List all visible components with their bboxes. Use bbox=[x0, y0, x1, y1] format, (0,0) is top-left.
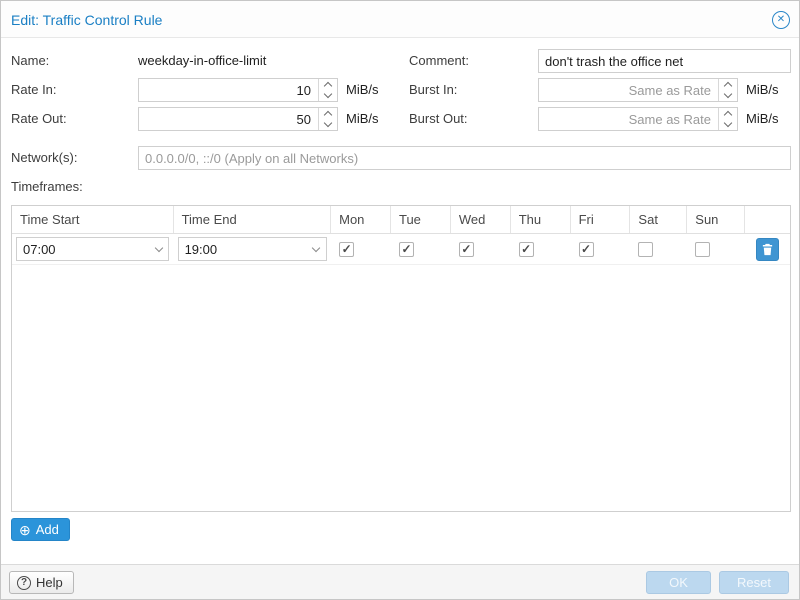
col-mon: Mon bbox=[331, 206, 391, 233]
spinner-down-icon[interactable] bbox=[719, 90, 737, 101]
help-button-label: Help bbox=[36, 575, 63, 590]
rate-in-input[interactable] bbox=[138, 78, 338, 102]
spinner-up-icon[interactable] bbox=[719, 79, 737, 90]
help-button[interactable]: ? Help bbox=[9, 571, 74, 594]
rate-out-spinner bbox=[318, 108, 337, 130]
rate-in-label: Rate In: bbox=[11, 78, 57, 102]
plus-circle-icon: ⊕ bbox=[19, 523, 31, 537]
timeframes-label: Timeframes: bbox=[11, 175, 83, 199]
burst-out-input[interactable] bbox=[538, 107, 738, 131]
spinner-down-icon[interactable] bbox=[319, 90, 337, 101]
timeframes-grid: Time Start Time End Mon Tue Wed Thu Fri … bbox=[11, 205, 791, 512]
dialog-header: Edit: Traffic Control Rule ✕ bbox=[1, 1, 799, 38]
burst-in-input[interactable] bbox=[538, 78, 738, 102]
table-row bbox=[12, 234, 790, 265]
traffic-control-rule-dialog: Edit: Traffic Control Rule ✕ Name: weekd… bbox=[0, 0, 800, 600]
dialog-title: Edit: Traffic Control Rule bbox=[11, 12, 162, 28]
rate-out-label: Rate Out: bbox=[11, 107, 67, 131]
close-icon[interactable]: ✕ bbox=[772, 11, 790, 29]
col-sat: Sat bbox=[630, 206, 687, 233]
rate-in-field bbox=[138, 78, 338, 102]
time-end-combo bbox=[178, 237, 327, 261]
rate-out-input[interactable] bbox=[138, 107, 338, 131]
grid-header: Time Start Time End Mon Tue Wed Thu Fri … bbox=[12, 206, 790, 234]
col-sun: Sun bbox=[687, 206, 745, 233]
spinner-down-icon[interactable] bbox=[719, 119, 737, 130]
burst-in-label: Burst In: bbox=[409, 78, 457, 102]
add-button-label: Add bbox=[36, 522, 59, 537]
burst-in-field bbox=[538, 78, 738, 102]
burst-in-unit: MiB/s bbox=[746, 78, 779, 102]
networks-label: Network(s): bbox=[11, 146, 77, 170]
burst-in-spinner bbox=[718, 79, 737, 101]
checkbox-wed[interactable] bbox=[459, 242, 474, 257]
ok-button[interactable]: OK bbox=[646, 571, 711, 594]
networks-input[interactable] bbox=[138, 146, 791, 170]
spinner-up-icon[interactable] bbox=[319, 108, 337, 119]
comment-label: Comment: bbox=[409, 49, 469, 73]
name-label: Name: bbox=[11, 49, 49, 73]
name-value: weekday-in-office-limit bbox=[138, 49, 266, 73]
col-time-end: Time End bbox=[174, 206, 332, 233]
delete-row-button[interactable] bbox=[756, 238, 779, 261]
burst-out-spinner bbox=[718, 108, 737, 130]
reset-button[interactable]: Reset bbox=[719, 571, 789, 594]
rate-out-field bbox=[138, 107, 338, 131]
spinner-up-icon[interactable] bbox=[319, 79, 337, 90]
spinner-down-icon[interactable] bbox=[319, 119, 337, 130]
col-wed: Wed bbox=[451, 206, 511, 233]
burst-out-unit: MiB/s bbox=[746, 107, 779, 131]
checkbox-sun[interactable] bbox=[695, 242, 710, 257]
spinner-up-icon[interactable] bbox=[719, 108, 737, 119]
dialog-footer: ? Help OK Reset bbox=[1, 564, 799, 599]
comment-input[interactable] bbox=[538, 49, 791, 73]
checkbox-sat[interactable] bbox=[638, 242, 653, 257]
rate-in-unit: MiB/s bbox=[346, 78, 379, 102]
time-start-input[interactable] bbox=[16, 237, 169, 261]
add-button[interactable]: ⊕ Add bbox=[11, 518, 70, 541]
reset-button-label: Reset bbox=[737, 572, 771, 593]
chevron-down-icon[interactable] bbox=[149, 238, 168, 260]
checkbox-fri[interactable] bbox=[579, 242, 594, 257]
col-actions bbox=[745, 206, 790, 233]
checkbox-thu[interactable] bbox=[519, 242, 534, 257]
col-time-start: Time Start bbox=[12, 206, 174, 233]
burst-out-label: Burst Out: bbox=[409, 107, 468, 131]
rate-in-spinner bbox=[318, 79, 337, 101]
checkbox-mon[interactable] bbox=[339, 242, 354, 257]
rate-out-unit: MiB/s bbox=[346, 107, 379, 131]
checkbox-tue[interactable] bbox=[399, 242, 414, 257]
trash-icon bbox=[761, 243, 774, 256]
col-fri: Fri bbox=[571, 206, 631, 233]
chevron-down-icon[interactable] bbox=[307, 238, 326, 260]
col-tue: Tue bbox=[391, 206, 451, 233]
question-circle-icon: ? bbox=[17, 576, 31, 590]
burst-out-field bbox=[538, 107, 738, 131]
time-end-input[interactable] bbox=[178, 237, 327, 261]
ok-button-label: OK bbox=[669, 572, 688, 593]
time-start-combo bbox=[16, 237, 169, 261]
col-thu: Thu bbox=[511, 206, 571, 233]
